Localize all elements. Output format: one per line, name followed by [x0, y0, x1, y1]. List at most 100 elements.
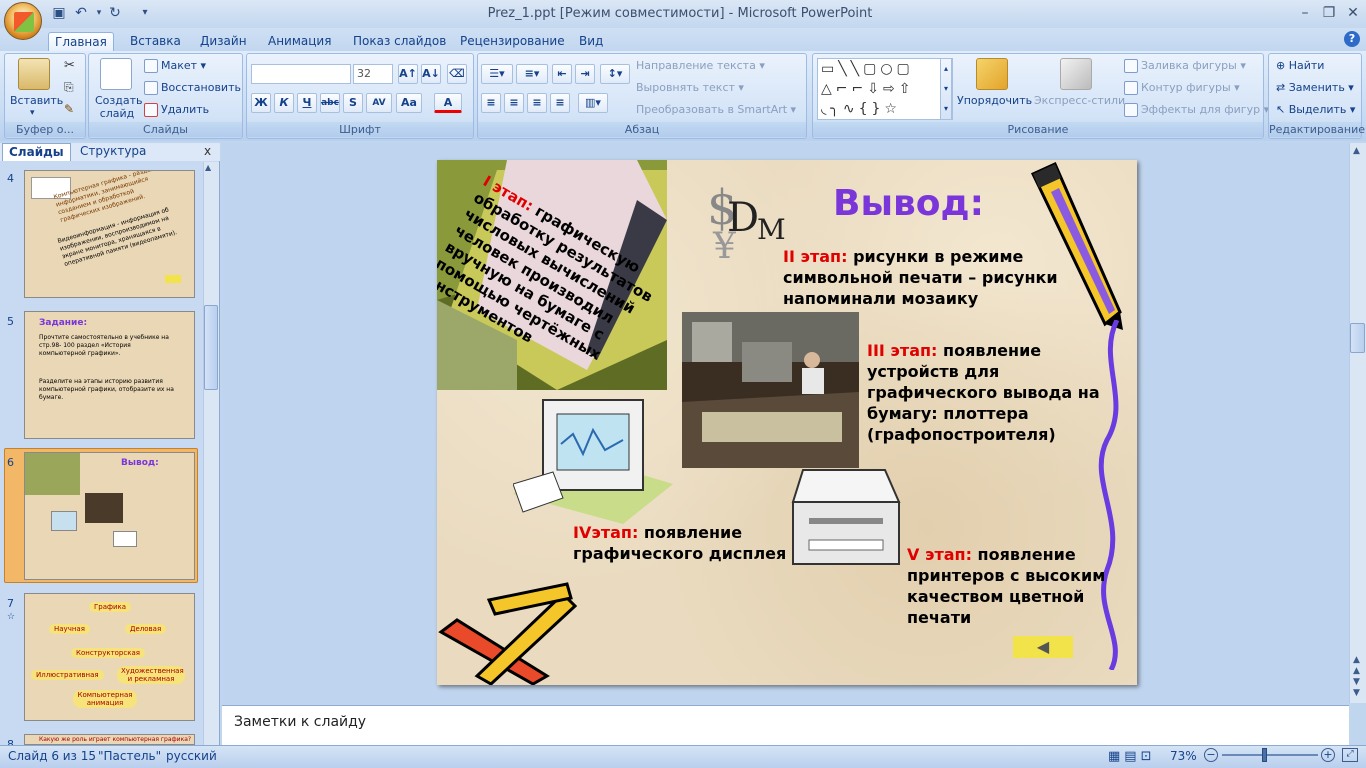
replace-button[interactable]: ⇄ Заменить ▾: [1276, 81, 1354, 94]
bullets-button[interactable]: ☰▾: [481, 64, 513, 84]
close-panel-icon[interactable]: x: [204, 144, 211, 158]
shadow-button[interactable]: S: [343, 93, 363, 113]
quick-styles-icon[interactable]: [1060, 58, 1092, 90]
slide-thumbnail-7[interactable]: Графика Научная Деловая Конструкторская …: [24, 593, 195, 721]
new-slide-icon[interactable]: [100, 58, 132, 90]
arrange-button[interactable]: Упорядочить: [957, 94, 1032, 107]
stage4-text-block: IVэтап: появление графического дисплея: [573, 522, 793, 564]
language-indicator[interactable]: русский: [166, 749, 217, 763]
align-text-button[interactable]: Выровнять текст ▾: [636, 81, 744, 94]
redo-icon[interactable]: ↻: [106, 4, 124, 22]
shapes-gallery[interactable]: ▭╲╲▢○▢ △⌐⌐⇩⇨⇧ ◟╮∿{}☆: [817, 58, 953, 120]
back-arrow-button[interactable]: ◀: [1013, 636, 1073, 658]
shape-fill-button[interactable]: Заливка фигуры ▾: [1124, 59, 1246, 73]
quick-styles-button[interactable]: Экспресс-стили: [1034, 94, 1125, 107]
panel-scroll-thumb[interactable]: [204, 305, 218, 390]
delete-slide-button[interactable]: Удалить: [144, 103, 209, 117]
slide-thumbnail-4[interactable]: Компьютерная графика - раздел информатик…: [24, 170, 195, 298]
thumbnail-text: Разделите на этапы историю развития комп…: [39, 378, 174, 401]
thumbnail-text: Прочтите самостоятельно в учебнике на ст…: [39, 334, 169, 357]
stage5-text-block: V этап: появление принтеров с высоким ка…: [907, 544, 1127, 628]
close-icon[interactable]: ✕: [1340, 4, 1366, 22]
panel-scrollbar[interactable]: [203, 162, 219, 745]
view-buttons[interactable]: ▦▤⊡: [1108, 749, 1155, 764]
strikethrough-button[interactable]: abc: [320, 93, 340, 113]
increase-indent-button[interactable]: ⇥: [575, 64, 595, 84]
zoom-slider-handle[interactable]: [1262, 748, 1267, 762]
justify-button[interactable]: ≡: [550, 93, 570, 113]
office-button[interactable]: [4, 2, 42, 40]
clear-format-button[interactable]: ⌫: [447, 64, 467, 84]
minimize-icon[interactable]: –: [1292, 4, 1318, 22]
select-button[interactable]: ↖ Выделить ▾: [1276, 103, 1355, 116]
dm-logo-image-m: M: [757, 213, 786, 246]
notes-pane[interactable]: [222, 705, 1349, 745]
font-size-field[interactable]: 32: [353, 64, 393, 84]
cut-icon[interactable]: ✂: [64, 58, 75, 73]
slide-thumbnail-8[interactable]: Какую же роль играет компьютерная график…: [24, 734, 195, 745]
thumbnail-label: Конструкторская: [71, 648, 145, 658]
scroll-nav-icon[interactable]: ▲ ▲ ▼ ▼: [1353, 655, 1360, 699]
paste-dropdown-icon[interactable]: ▾: [30, 108, 35, 118]
slide-scrollbar[interactable]: [1349, 143, 1366, 703]
tab-home[interactable]: Главная: [48, 32, 114, 52]
font-name-field[interactable]: [251, 64, 351, 84]
restore-icon[interactable]: ❐: [1316, 4, 1342, 22]
char-spacing-button[interactable]: AV: [366, 93, 392, 113]
fit-window-icon[interactable]: ⤢: [1342, 748, 1358, 762]
zoom-in-icon[interactable]: +: [1321, 748, 1335, 762]
tab-slideshow[interactable]: Показ слайдов: [347, 32, 452, 52]
customize-qat-icon[interactable]: ▾: [136, 4, 154, 22]
bold-button[interactable]: Ж: [251, 93, 271, 113]
paste-button[interactable]: Вставить: [10, 94, 63, 107]
zoom-slider[interactable]: [1222, 754, 1318, 756]
tab-view[interactable]: Вид: [573, 32, 609, 52]
reset-icon: [144, 81, 158, 95]
format-painter-icon[interactable]: ✎: [64, 102, 74, 116]
shapes-gallery-scroll[interactable]: ▴ ▾ ▾: [940, 58, 952, 120]
tab-design[interactable]: Дизайн: [194, 32, 253, 52]
text-direction-button[interactable]: Направление текста ▾: [636, 59, 765, 72]
smartart-button[interactable]: Преобразовать в SmartArt ▾: [636, 103, 796, 116]
align-center-button[interactable]: ≡: [504, 93, 524, 113]
scroll-up-icon[interactable]: ▲: [205, 163, 211, 172]
undo-icon[interactable]: ↶: [72, 4, 90, 22]
paragraph-group-label: Абзац: [478, 122, 806, 137]
underline-button[interactable]: Ч: [297, 93, 317, 113]
italic-button[interactable]: К: [274, 93, 294, 113]
align-left-button[interactable]: ≡: [481, 93, 501, 113]
tab-insert[interactable]: Вставка: [124, 32, 187, 52]
save-icon[interactable]: ▣: [50, 4, 68, 22]
scroll-up-icon[interactable]: ▲: [1353, 146, 1360, 156]
numbering-button[interactable]: ≡▾: [516, 64, 548, 84]
slide-thumbnail-6[interactable]: Вывод:: [24, 452, 195, 580]
reset-button[interactable]: Восстановить: [144, 81, 241, 95]
shape-effects-button[interactable]: Эффекты для фигур ▾: [1124, 103, 1269, 117]
help-icon[interactable]: ?: [1344, 31, 1360, 47]
slide-scroll-thumb[interactable]: [1350, 323, 1365, 353]
shrink-font-button[interactable]: A↓: [421, 64, 441, 84]
tab-review[interactable]: Рецензирование: [454, 32, 571, 52]
change-case-button[interactable]: Aa: [396, 93, 422, 113]
decrease-indent-button[interactable]: ⇤: [552, 64, 572, 84]
font-color-button[interactable]: A: [434, 93, 462, 113]
tab-slides[interactable]: Слайды: [2, 143, 71, 161]
notes-placeholder[interactable]: Заметки к слайду: [234, 714, 366, 730]
tab-outline[interactable]: Структура: [74, 143, 152, 161]
shape-outline-button[interactable]: Контур фигуры ▾: [1124, 81, 1240, 95]
copy-icon[interactable]: ⎘: [64, 80, 74, 95]
find-button[interactable]: ⊕ Найти: [1276, 59, 1324, 72]
align-right-button[interactable]: ≡: [527, 93, 547, 113]
zoom-out-icon[interactable]: −: [1204, 748, 1218, 762]
layout-button[interactable]: Макет ▾: [144, 59, 206, 73]
line-spacing-button[interactable]: ↕▾: [600, 64, 630, 84]
slide[interactable]: I этап: графическую обработку результато…: [437, 160, 1137, 685]
grow-font-button[interactable]: A↑: [398, 64, 418, 84]
slide-thumbnail-5[interactable]: Задание: Прочтите самостоятельно в учебн…: [24, 311, 195, 439]
columns-button[interactable]: ▥▾: [578, 93, 608, 113]
zoom-level[interactable]: 73%: [1170, 749, 1197, 763]
paste-icon[interactable]: [18, 58, 50, 90]
arrange-icon[interactable]: [976, 58, 1008, 90]
tab-animation[interactable]: Анимация: [262, 32, 337, 52]
new-slide-button[interactable]: Создать слайд: [95, 94, 143, 120]
